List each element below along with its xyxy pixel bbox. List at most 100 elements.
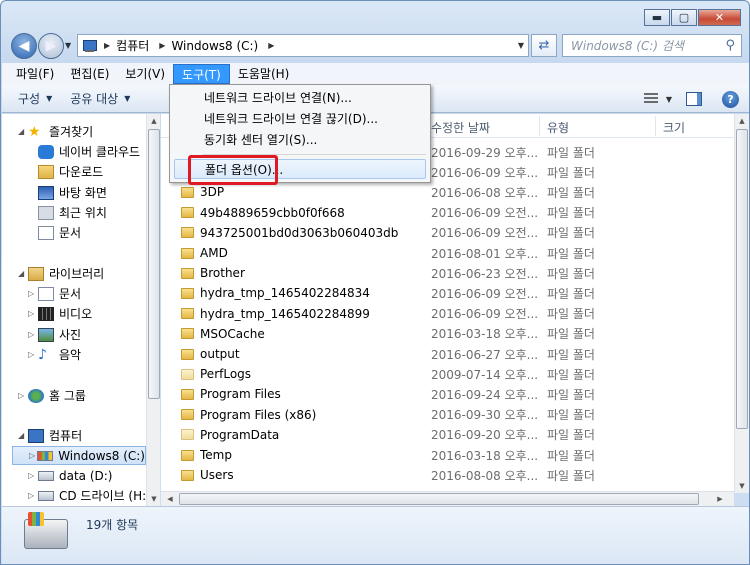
table-row[interactable]: MSOCache 2016-03-18 오후... 파일 폴더	[181, 324, 731, 344]
address-bar[interactable]: ▶ 컴퓨터 ▶ Windows8 (C:) ▶ ▼	[77, 34, 529, 57]
nav-homegroup[interactable]: ▷ 홈 그룹	[18, 386, 86, 405]
preview-pane-icon[interactable]	[686, 92, 702, 106]
scroll-up-icon[interactable]: ▲	[735, 114, 749, 128]
file-name: hydra_tmp_1465402284899	[200, 306, 370, 321]
column-type[interactable]: 유형	[547, 119, 569, 136]
nav-computer[interactable]: ◢ 컴퓨터	[18, 426, 82, 445]
breadcrumb-separator-icon[interactable]: ▶	[159, 41, 165, 50]
table-row[interactable]: Brother 2016-06-23 오전... 파일 폴더	[181, 263, 731, 283]
scroll-down-icon[interactable]: ▼	[735, 479, 749, 493]
table-row[interactable]: Program Files 2016-09-24 오후... 파일 폴더	[181, 384, 731, 404]
collapse-icon[interactable]: ◢	[18, 269, 28, 278]
address-dropdown-icon[interactable]: ▼	[518, 41, 524, 50]
collapse-icon[interactable]: ◢	[18, 431, 28, 440]
table-row[interactable]: hydra_tmp_1465402284834 2016-06-09 오전... 파…	[181, 283, 731, 303]
nav-lib-item[interactable]: ▷ ♪ 음악	[28, 345, 81, 364]
menu-open-sync-center[interactable]: 동기화 센터 열기(S)...	[174, 130, 426, 150]
nav-lib-item[interactable]: ▷ 사진	[28, 325, 81, 344]
scroll-thumb[interactable]	[179, 493, 699, 505]
file-list-scrollbar[interactable]: ▲ ▼	[734, 114, 749, 493]
document-icon	[38, 286, 54, 301]
highlight-annotation	[188, 155, 278, 185]
folder-icon	[181, 388, 194, 400]
folder-icon	[181, 348, 194, 360]
menu-tools[interactable]: 도구(T)	[173, 64, 230, 84]
nav-fav-item[interactable]: 최근 위치	[38, 203, 107, 222]
expand-icon[interactable]: ▷	[28, 491, 38, 500]
horizontal-scrollbar[interactable]: ◀ ▶	[161, 491, 734, 506]
folder-icon	[181, 207, 194, 219]
column-divider[interactable]	[655, 116, 656, 136]
file-name: Users	[200, 468, 234, 483]
nav-fav-label: 다운로드	[59, 165, 104, 179]
table-row[interactable]: Program Files (x86) 2016-09-30 오후... 파일 폴더	[181, 405, 731, 425]
scroll-right-icon[interactable]: ▶	[713, 492, 727, 506]
menu-help[interactable]: 도움말(H)	[230, 64, 298, 84]
scroll-thumb[interactable]	[148, 129, 160, 399]
expand-icon[interactable]: ▷	[29, 451, 37, 460]
view-options-icon[interactable]	[643, 93, 658, 105]
expand-icon[interactable]: ▷	[28, 289, 38, 298]
breadcrumb-drive-c[interactable]: Windows8 (C:)	[171, 39, 258, 53]
nav-drive-c[interactable]: ▷ Windows8 (C:)	[12, 446, 146, 465]
table-row[interactable]: 3DP 2016-06-08 오후... 파일 폴더	[181, 182, 731, 202]
search-input[interactable]: Windows8 (C:) 검색 ⚲	[562, 34, 742, 57]
help-icon[interactable]: ?	[722, 90, 739, 108]
table-row[interactable]: 49b4889659cbb0f0f668 2016-06-09 오전... 파일 폴…	[181, 203, 731, 223]
breadcrumb-separator-icon[interactable]: ▶	[104, 41, 110, 50]
forward-button[interactable]: ▶	[38, 33, 64, 59]
table-row[interactable]: PerfLogs 2009-07-14 오후... 파일 폴더	[181, 364, 731, 384]
expand-icon[interactable]: ▷	[28, 471, 38, 480]
table-row[interactable]: output 2016-06-27 오후... 파일 폴더	[181, 344, 731, 364]
table-row[interactable]: AMD 2016-08-01 오후... 파일 폴더	[181, 243, 731, 263]
maximize-button[interactable]: ▢	[671, 9, 697, 26]
menu-edit[interactable]: 편집(E)	[62, 64, 117, 84]
minimize-button[interactable]: ▬	[644, 9, 670, 26]
menu-map-network-drive[interactable]: 네트워크 드라이브 연결(N)...	[174, 88, 426, 108]
breadcrumb-computer[interactable]: 컴퓨터	[116, 37, 149, 54]
table-row[interactable]: hydra_tmp_1465402284899 2016-06-09 오전... 파…	[181, 304, 731, 324]
nav-fav-item[interactable]: 문서	[38, 223, 81, 242]
nav-lib-label: 음악	[59, 348, 82, 362]
menu-disconnect-network-drive[interactable]: 네트워크 드라이브 연결 끊기(D)...	[174, 109, 426, 129]
column-size[interactable]: 크기	[663, 119, 685, 136]
table-row[interactable]: Temp 2016-03-18 오후... 파일 폴더	[181, 445, 731, 465]
file-name: 3DP	[200, 185, 225, 200]
table-row[interactable]: ProgramData 2016-09-20 오후... 파일 폴더	[181, 425, 731, 445]
expand-icon[interactable]: ▷	[18, 391, 28, 400]
recent-pages-dropdown-icon[interactable]: ▼	[65, 41, 71, 50]
expand-icon[interactable]: ▷	[28, 309, 38, 318]
nav-lib-item[interactable]: ▷ 문서	[28, 284, 81, 303]
search-icon[interactable]: ⚲	[725, 38, 735, 53]
chevron-down-icon[interactable]: ▼	[666, 95, 672, 104]
nav-drive-h[interactable]: ▷ CD 드라이브 (H:)	[28, 486, 151, 505]
refresh-button[interactable]: ⇄	[531, 34, 557, 57]
close-button[interactable]: ✕	[698, 9, 741, 26]
scroll-thumb[interactable]	[736, 129, 748, 429]
nav-pane-scrollbar[interactable]: ▲ ▼	[146, 114, 160, 506]
nav-favorites[interactable]: ◢ ★ 즐겨찾기	[18, 122, 93, 141]
table-row[interactable]: 943725001bd0d3063b060403db 2016-06-09 오전.…	[181, 223, 731, 243]
breadcrumb-separator-icon[interactable]: ▶	[268, 41, 274, 50]
scroll-up-icon[interactable]: ▲	[147, 114, 161, 128]
nav-fav-item[interactable]: 다운로드	[38, 162, 103, 181]
file-type: 파일 폴더	[547, 185, 595, 200]
expand-icon[interactable]: ▷	[28, 330, 38, 339]
nav-fav-item[interactable]: 네이버 클라우드	[38, 142, 140, 161]
organize-button[interactable]: 구성 ▼	[18, 90, 52, 107]
nav-libraries[interactable]: ◢ 라이브러리	[18, 264, 104, 283]
expand-icon[interactable]: ▷	[28, 350, 38, 359]
collapse-icon[interactable]: ◢	[18, 127, 28, 136]
table-row[interactable]: Users 2016-08-08 오후... 파일 폴더	[181, 465, 731, 485]
nav-drive-d[interactable]: ▷ data (D:)	[28, 466, 113, 485]
nav-lib-item[interactable]: ▷ 비디오	[28, 304, 92, 323]
scroll-down-icon[interactable]: ▼	[147, 492, 161, 506]
menu-view[interactable]: 보기(V)	[117, 64, 173, 84]
menu-file[interactable]: 파일(F)	[8, 64, 62, 84]
nav-fav-item[interactable]: 바탕 화면	[38, 183, 107, 202]
share-button[interactable]: 공유 대상 ▼	[70, 90, 130, 107]
column-divider[interactable]	[539, 116, 540, 136]
back-button[interactable]: ◀	[11, 33, 37, 59]
column-date[interactable]: 수정한 날짜	[431, 119, 490, 136]
scroll-left-icon[interactable]: ◀	[163, 492, 177, 506]
